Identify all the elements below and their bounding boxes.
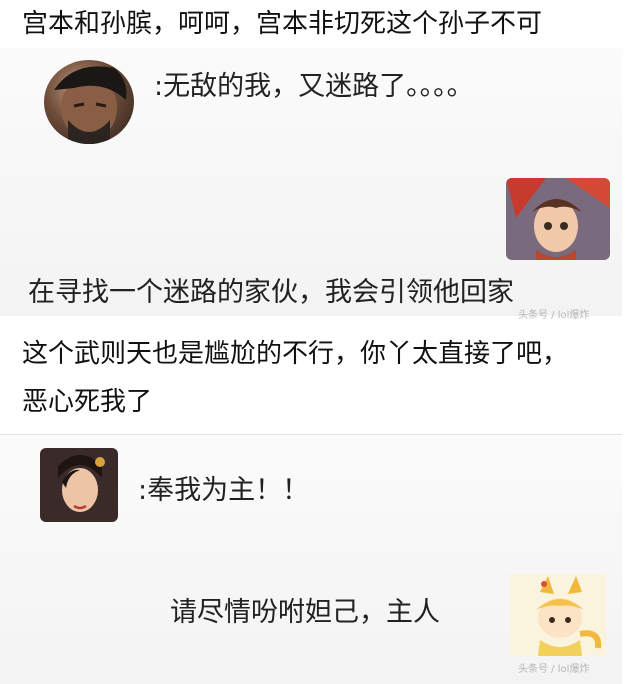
chat1-right-message: 在寻找一个迷路的家伙，我会引领他回家: [28, 277, 514, 308]
miyamoto-avatar-icon: [44, 60, 134, 144]
chat1-watermark: 头条号 / lol爆炸: [518, 310, 590, 321]
daji-avatar-icon: [510, 574, 606, 656]
chat2-right-message: 请尽情吩咐妲己，主人: [170, 597, 440, 628]
chat1-left-message: :无敌的我，又迷路了。。。。: [154, 71, 474, 102]
sun-bin-avatar-icon: [506, 178, 610, 260]
chat2-left-message: :奉我为主！！: [138, 475, 310, 506]
chat2-watermark: 头条号 / lol爆炸: [518, 664, 590, 675]
divider: [0, 434, 622, 435]
chat-panel-2: :奉我为主！！ 请尽情吩咐妲己，主人 头条号 / lol爆炸: [0, 436, 622, 684]
caption-top: 宫本和孙膑，呵呵，宫本非切死这个孙子不可: [22, 9, 543, 39]
chat-panel-1: :无敌的我，又迷路了。。。。 在寻找一个迷路的家伙，我会引领他回家 头条号 / …: [0, 48, 622, 321]
wu-zetian-avatar-icon: [40, 448, 118, 522]
caption-middle-line1: 这个武则天也是尴尬的不行，你丫太直接了吧，: [22, 339, 569, 369]
caption-middle-line2: 恶心死我了: [22, 387, 153, 417]
